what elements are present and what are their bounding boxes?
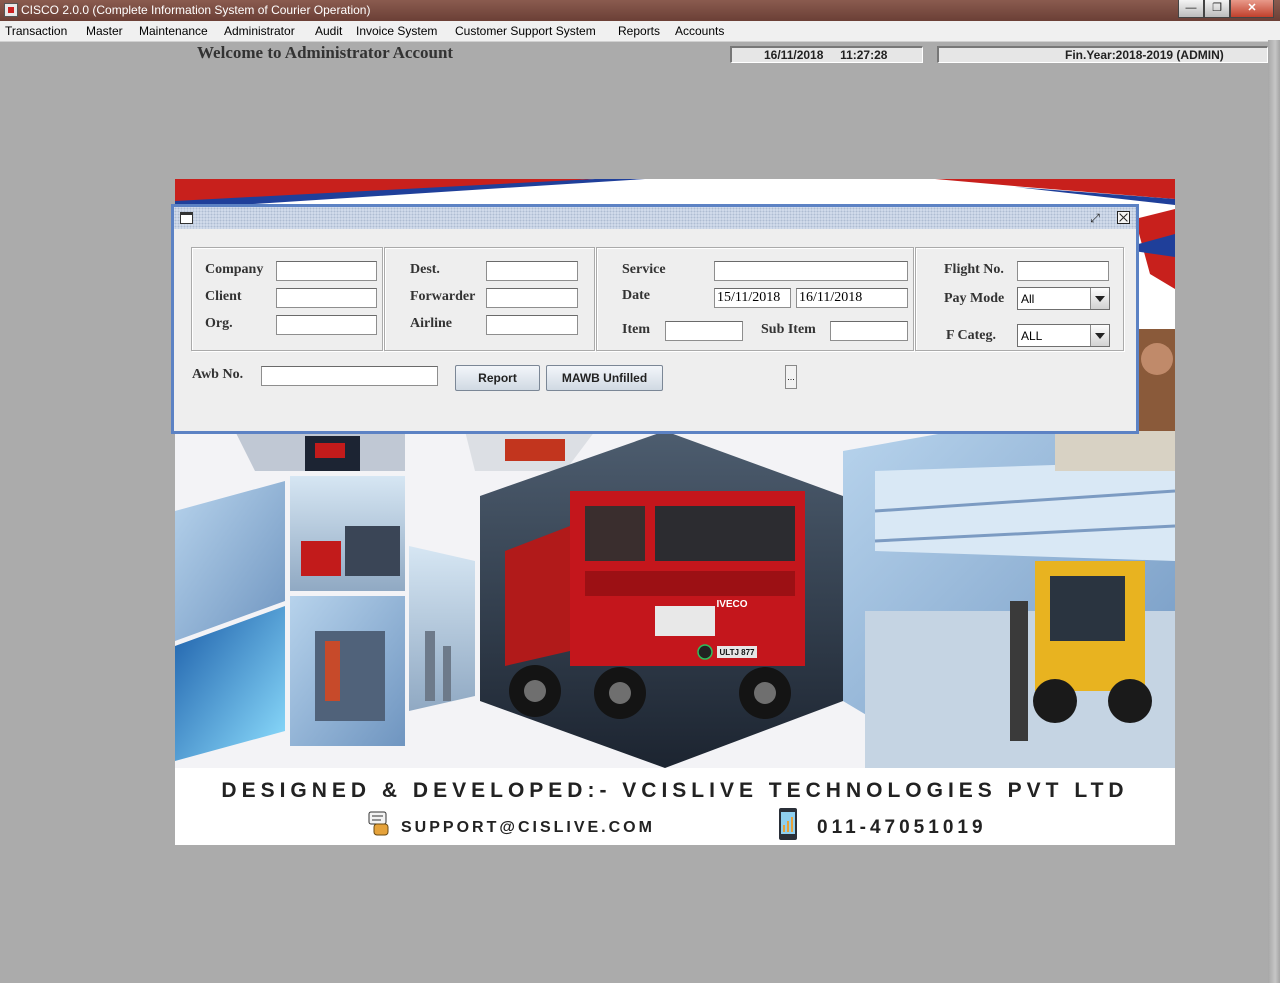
menu-invoice-system[interactable]: Invoice System [356,24,437,38]
restore-icon[interactable]: ⤢ [1087,210,1103,226]
item-label: Item [622,322,650,337]
airline-input[interactable] [486,315,578,335]
client-label: Client [205,289,242,304]
menu-customer-support-system[interactable]: Customer Support System [455,24,596,38]
service-label: Service [622,262,666,277]
awb-no-label: Awb No. [192,367,244,382]
welcome-heading: Welcome to Administrator Account [197,43,454,62]
right-edge-strip [1268,40,1280,983]
chevron-down-icon[interactable] [1090,288,1109,309]
client-input[interactable] [276,288,377,308]
f-categ-select[interactable]: ALL [1017,324,1110,347]
truck-badge: IVECO [716,599,747,610]
forwarder-label: Forwarder [410,289,476,304]
window-title: CISCO 2.0.0 (Complete Information System… [21,3,371,17]
date-from-input[interactable] [714,288,791,308]
service-input[interactable] [714,261,908,281]
menu-administrator[interactable]: Administrator [224,24,295,38]
date-to-input[interactable] [796,288,908,308]
mawb-unfilled-button[interactable]: MAWB Unfilled [546,365,663,391]
chevron-down-icon[interactable] [1090,325,1109,346]
sub-item-label: Sub Item [761,322,816,337]
maximize-button[interactable]: ❐ [1204,0,1230,18]
fin-year-display: Fin.Year:2018-2019 (ADMIN) [937,46,1268,63]
pay-mode-value: All [1021,292,1035,306]
f-categ-label: F Categ. [946,328,997,343]
menu-reports[interactable]: Reports [618,24,660,38]
pay-mode-select[interactable]: All [1017,287,1110,310]
dest-label: Dest. [410,262,440,277]
logistics-collage: IVECO ULTJ 877 [175,431,1175,768]
window-controls: — ❐ ✕ [1178,0,1274,19]
app-icon [4,3,18,17]
dest-input[interactable] [486,261,578,281]
date-label: Date [622,288,650,303]
datetime-display: 16/11/2018 11:27:28 [730,46,923,63]
service-panel: Service Date Item Sub Item [596,247,914,351]
awb-no-input[interactable] [261,366,438,386]
dialog-title-bar[interactable]: ⤢ [174,207,1136,229]
dialog-close-icon[interactable] [1117,211,1130,224]
menu-bar: Transaction Master Maintenance Administr… [0,21,1280,42]
sub-item-input[interactable] [830,321,908,341]
support-phone: 011-47051019 [817,817,987,838]
flight-panel: Flight No. Pay Mode All F Categ. ALL [915,247,1124,351]
mobile-phone-icon [779,808,797,840]
pay-mode-label: Pay Mode [944,291,1005,306]
menu-master[interactable]: Master [86,24,123,38]
company-panel: Company Client Org. [191,247,383,351]
more-options-button[interactable]: ... [785,365,797,389]
menu-transaction[interactable]: Transaction [5,24,67,38]
flight-no-label: Flight No. [944,262,1004,277]
chat-icon [368,811,389,836]
fin-year-text: Fin.Year:2018-2019 (ADMIN) [1065,48,1224,62]
datetime-text: 16/11/2018 11:27:28 [764,48,888,62]
support-email: SUPPORT@CISLIVE.COM [401,819,655,836]
org-input[interactable] [276,315,377,335]
menu-accounts[interactable]: Accounts [675,24,724,38]
forwarder-input[interactable] [486,288,578,308]
report-button[interactable]: Report [455,365,540,391]
org-label: Org. [205,316,233,331]
designed-by-text: DESIGNED & DEVELOPED:- VCISLIVE TECHNOLO… [221,779,1129,802]
minimize-button[interactable]: — [1178,0,1204,18]
dialog-window-icon [180,212,193,224]
destination-panel: Dest. Forwarder Airline [384,247,595,351]
item-input[interactable] [665,321,743,341]
airline-label: Airline [410,316,452,331]
company-input[interactable] [276,261,377,281]
window-title-bar: CISCO 2.0.0 (Complete Information System… [0,0,1280,21]
menu-audit[interactable]: Audit [315,24,342,38]
report-dialog: ⤢ Company Client Org. Dest. Forwarder Ai… [171,204,1139,434]
city-skyline-tile [409,546,475,711]
menu-maintenance[interactable]: Maintenance [139,24,208,38]
company-label: Company [205,262,264,277]
flight-no-input[interactable] [1017,261,1109,281]
f-categ-value: ALL [1021,329,1043,343]
truck-plate: ULTJ 877 [720,648,756,657]
close-button[interactable]: ✕ [1230,0,1274,18]
